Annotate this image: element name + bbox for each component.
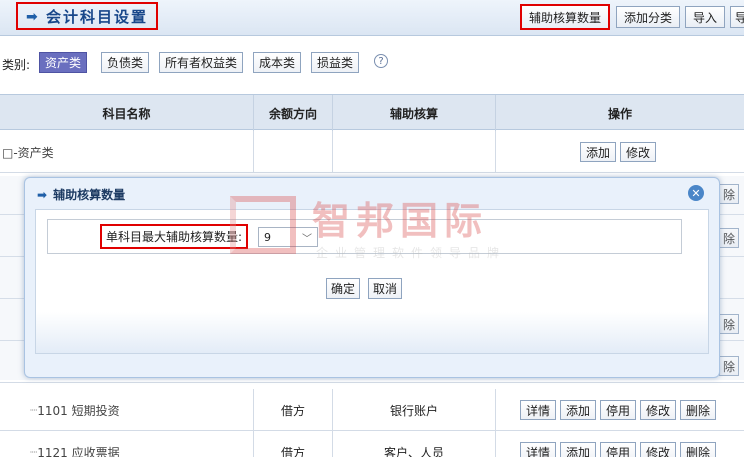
row-actions: 详情 添加 停用 修改 删除 [496,431,744,457]
disable-button[interactable]: 停用 [599,442,636,457]
row-direction [254,131,333,173]
field-row: 单科目最大辅助核算数量: 9 ﹀ [47,219,682,254]
column-header-actions: 操作 [607,106,632,121]
category-label: 类别: [2,58,31,72]
table-row: ┈ 1121 应收票据 借方 客户、人员 详情 添加 停用 修改 删除 [0,431,744,457]
export-button[interactable]: 导 [730,6,744,28]
add-button[interactable]: 添加 [559,442,596,457]
row-direction: 借方 [254,389,333,431]
row-actions: 添加 修改 [496,131,744,173]
import-button[interactable]: 导入 [685,6,726,28]
arrow-right-icon: ➡ [37,187,48,202]
add-button[interactable]: 添加 [579,142,616,162]
row-name-text: 1121 应收票据 [37,445,120,457]
confirm-button[interactable]: 确定 [326,278,361,299]
max-aux-count-label: 单科目最大辅助核算数量: [100,224,249,249]
row-aux: 银行账户 [333,389,496,431]
page-title: 会计科目设置 [46,7,149,26]
category-filter: 类别: 资产类 负债类 所有者权益类 成本类 损益类 ? [0,48,744,76]
help-icon[interactable]: ? [374,54,388,68]
page-title-box: ➡ 会计科目设置 [16,2,159,30]
column-header-direction: 余额方向 [254,95,333,131]
row-name-text: 1101 短期投资 [37,403,120,418]
category-profit-loss-button[interactable]: 损益类 [311,52,360,73]
row-actions: 详情 添加 停用 修改 删除 [496,389,744,431]
add-category-button[interactable]: 添加分类 [616,6,681,28]
row-direction: 借方 [254,431,333,457]
edit-button[interactable]: 修改 [640,400,677,420]
table-row: □-资产类 添加 修改 [0,131,744,173]
dialog-title-text: 辅助核算数量 [53,188,126,202]
row-name: ┈ 1121 应收票据 [0,431,254,457]
close-icon[interactable]: ✕ [688,185,704,201]
disable-button[interactable]: 停用 [599,400,636,420]
arrow-right-icon: ➡ [26,9,38,25]
delete-button[interactable]: 删除 [680,442,717,457]
row-name: ┈ 1101 短期投资 [0,389,254,431]
cancel-button[interactable]: 取消 [368,278,403,299]
category-liability-button[interactable]: 负债类 [101,52,150,73]
add-button[interactable]: 添加 [559,400,596,420]
dialog-body: 单科目最大辅助核算数量: 9 ﹀ 确定 取消 [35,209,709,354]
edit-button[interactable]: 修改 [620,142,657,162]
aux-count-button[interactable]: 辅助核算数量 [520,4,611,30]
page-header: ➡ 会计科目设置 辅助核算数量 添加分类 导入 导 [0,0,744,36]
category-cost-button[interactable]: 成本类 [253,52,302,73]
dialog-footer [36,312,708,353]
category-equity-button[interactable]: 所有者权益类 [159,52,244,73]
table-row: ┈ 1101 短期投资 借方 银行账户 详情 添加 停用 修改 删除 [0,389,744,431]
row-aux: 客户、人员 [333,431,496,457]
edit-button[interactable]: 修改 [640,442,677,457]
aux-count-dialog: ➡ 辅助核算数量 ✕ 单科目最大辅助核算数量: 9 ﹀ 确定 取消 [24,177,720,378]
dialog-title: ➡ 辅助核算数量 [37,186,125,203]
row-aux [333,131,496,173]
details-button[interactable]: 详情 [519,400,556,420]
max-aux-count-select[interactable]: 9 ﹀ [258,227,318,247]
delete-button[interactable]: 删除 [680,400,717,420]
column-header-name: 科目名称 [0,95,254,131]
category-asset-button[interactable]: 资产类 [39,52,88,73]
row-name: □-资产类 [0,131,254,173]
table-header: 科目名称 余额方向 辅助核算 操作 [0,94,744,131]
chevron-down-icon: ﹀ [302,234,312,245]
select-value: 9 [264,230,271,244]
column-header-aux: 辅助核算 [333,95,496,131]
details-button[interactable]: 详情 [519,442,556,457]
